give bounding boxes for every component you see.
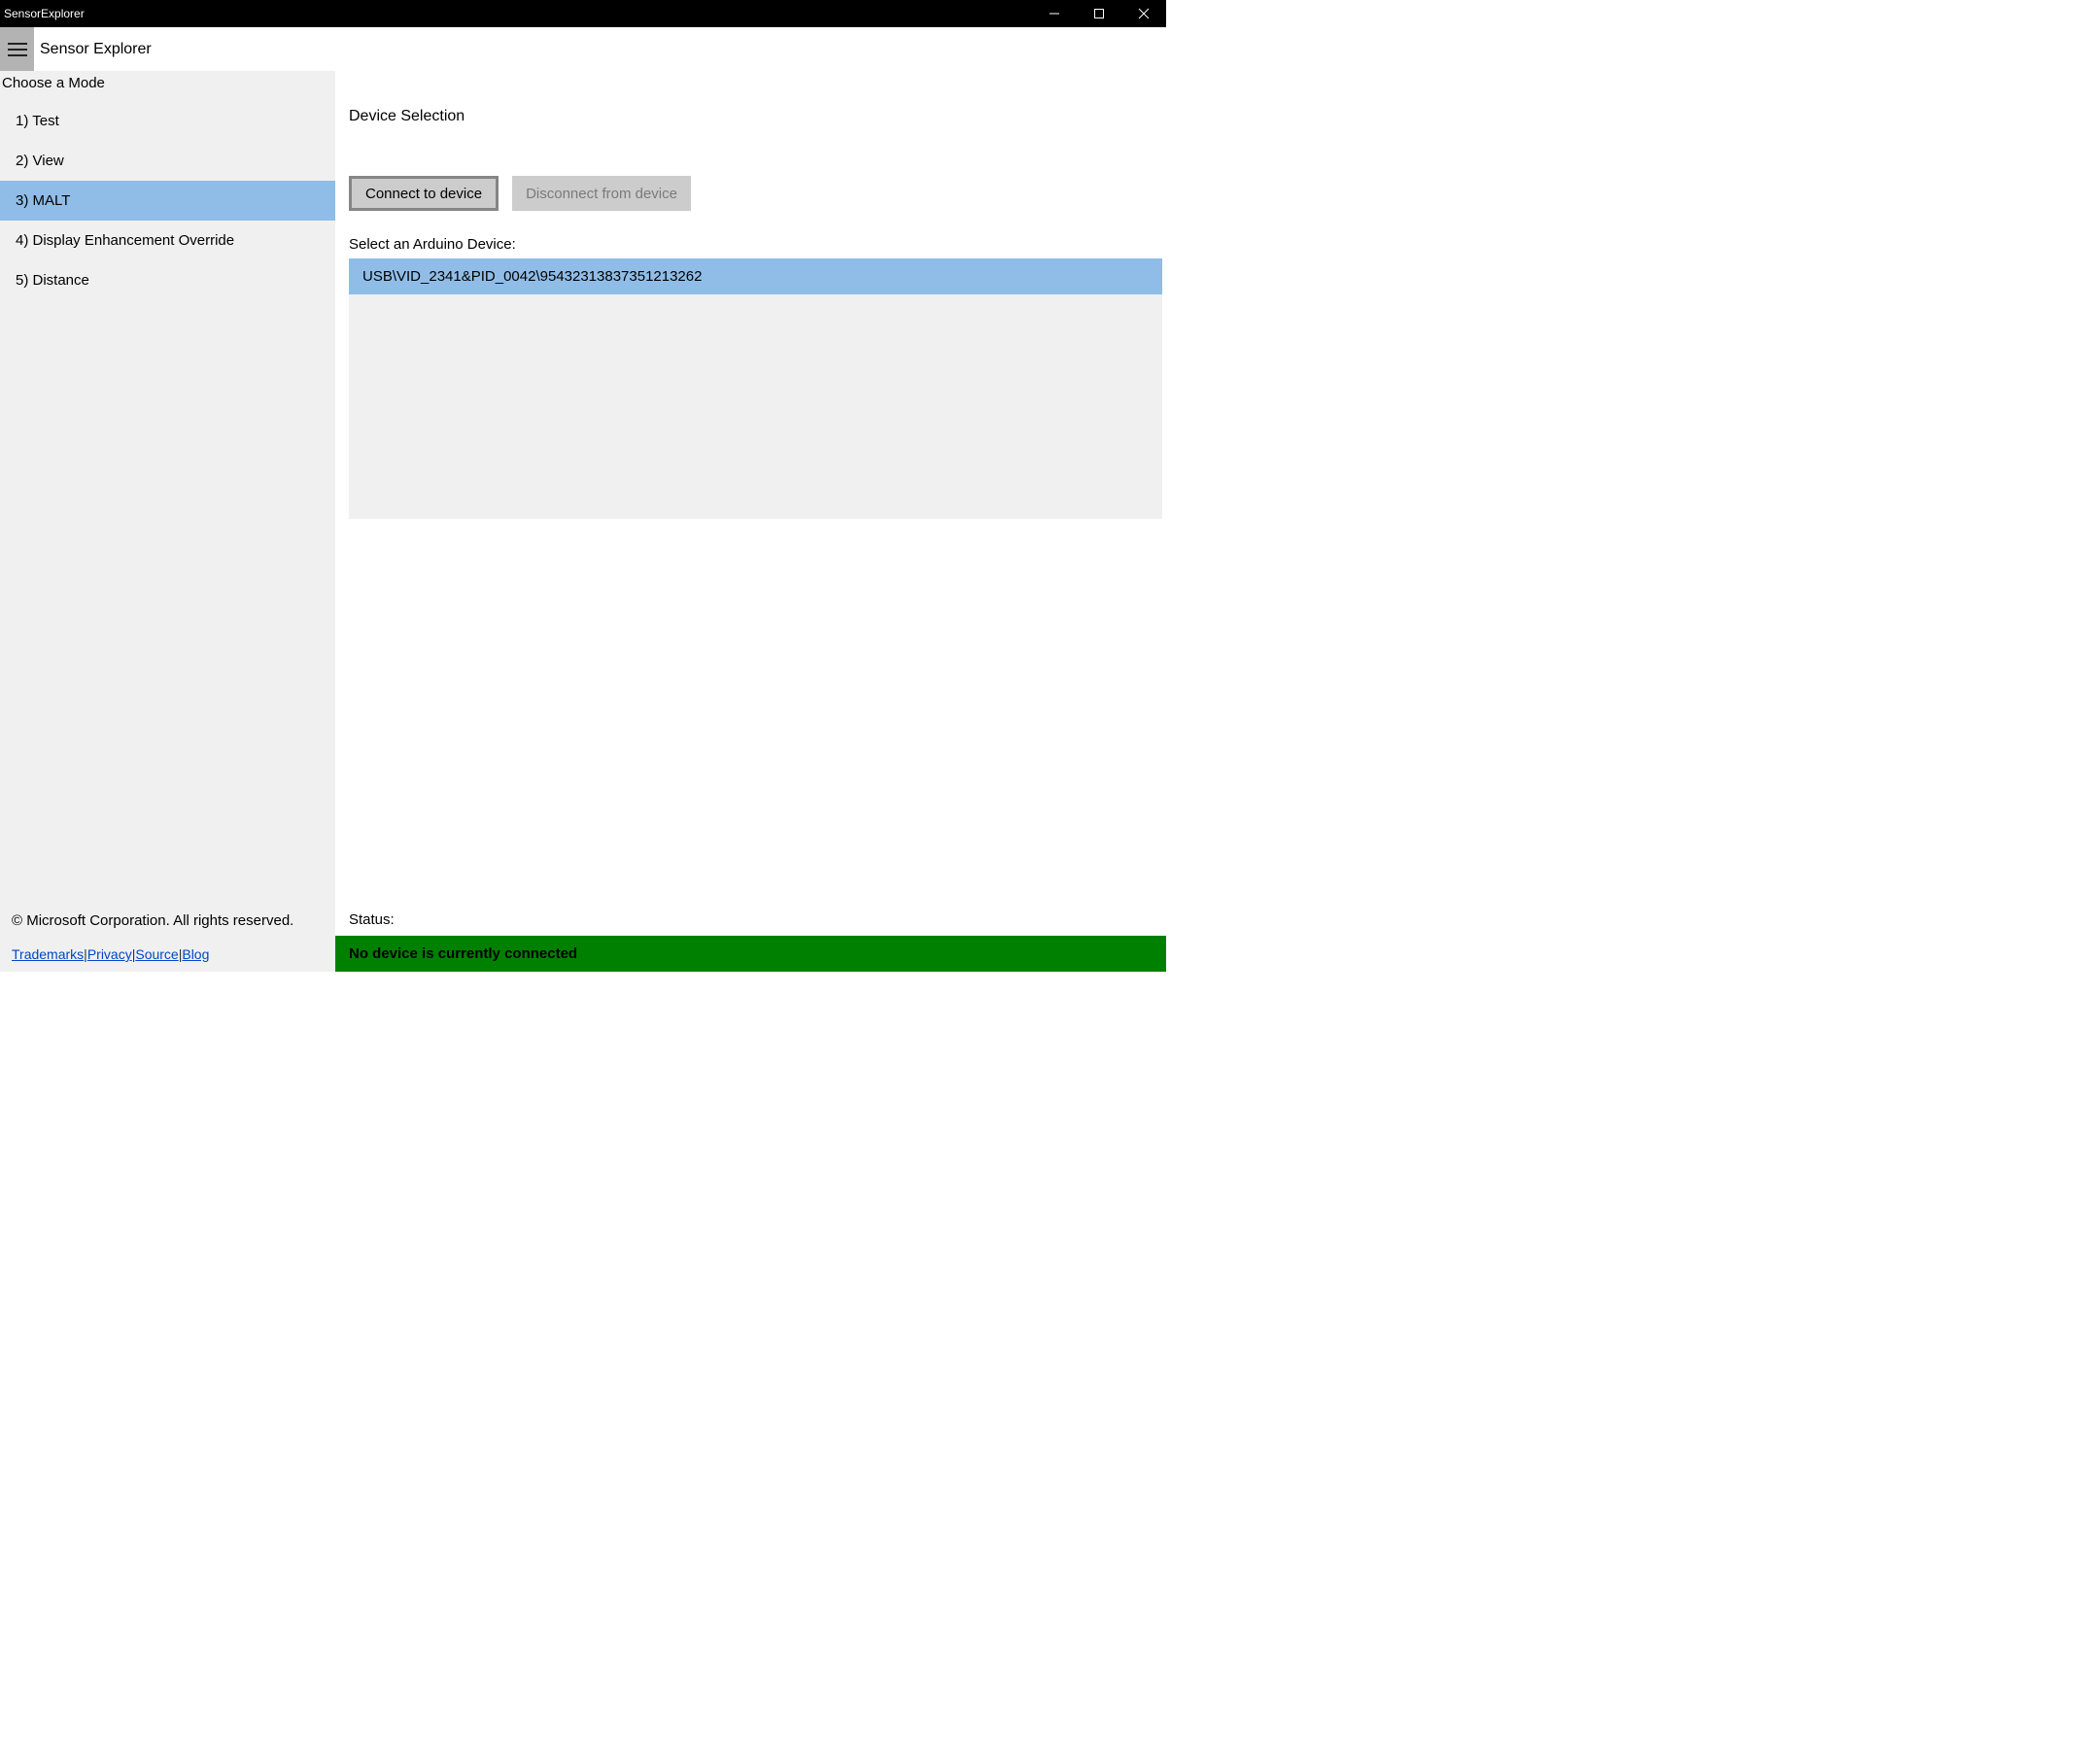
link-trademarks[interactable]: Trademarks xyxy=(12,946,84,962)
sidebar: Choose a Mode 1) Test 2) View 3) MALT 4)… xyxy=(0,71,335,972)
content: Device Selection Connect to device Disco… xyxy=(335,71,1166,972)
sidebar-item-test[interactable]: 1) Test xyxy=(0,101,335,141)
minimize-button[interactable] xyxy=(1032,0,1077,27)
hamburger-icon xyxy=(8,42,27,57)
minimize-icon xyxy=(1049,8,1060,19)
close-icon xyxy=(1138,8,1150,19)
sidebar-item-label: 4) Display Enhancement Override xyxy=(16,232,234,249)
window-title: SensorExplorer xyxy=(4,7,85,20)
app-title: Sensor Explorer xyxy=(40,41,152,58)
disconnect-button: Disconnect from device xyxy=(512,176,691,211)
device-list[interactable]: USB\VID_2341&PID_0042\954323138373512132… xyxy=(349,258,1162,519)
sidebar-item-distance[interactable]: 5) Distance xyxy=(0,260,335,300)
sidebar-item-label: 5) Distance xyxy=(16,272,89,289)
sidebar-item-view[interactable]: 2) View xyxy=(0,141,335,181)
link-privacy[interactable]: Privacy xyxy=(87,946,132,962)
sidebar-item-display-enhancement-override[interactable]: 4) Display Enhancement Override xyxy=(0,221,335,260)
sidebar-footer: © Microsoft Corporation. All rights rese… xyxy=(0,912,335,972)
sidebar-heading: Choose a Mode xyxy=(0,71,335,101)
hamburger-button[interactable] xyxy=(0,27,34,71)
maximize-button[interactable] xyxy=(1077,0,1121,27)
copyright: © Microsoft Corporation. All rights rese… xyxy=(12,912,335,929)
sidebar-item-label: 3) MALT xyxy=(16,192,70,209)
window-controls xyxy=(1032,0,1166,27)
status-bar: No device is currently connected xyxy=(335,936,1166,972)
sidebar-item-label: 2) View xyxy=(16,153,64,169)
maximize-icon xyxy=(1093,8,1105,19)
close-button[interactable] xyxy=(1121,0,1166,27)
link-blog[interactable]: Blog xyxy=(182,946,209,962)
link-source[interactable]: Source xyxy=(135,946,178,962)
footer-links: Trademarks|Privacy|Source|Blog xyxy=(12,946,335,962)
select-device-label: Select an Arduino Device: xyxy=(349,236,1162,253)
spacer xyxy=(349,519,1162,911)
button-row: Connect to device Disconnect from device xyxy=(349,176,1162,211)
sidebar-item-label: 1) Test xyxy=(16,113,59,129)
status-label: Status: xyxy=(349,911,1162,928)
sidebar-item-malt[interactable]: 3) MALT xyxy=(0,181,335,221)
titlebar: SensorExplorer xyxy=(0,0,1166,27)
device-id: USB\VID_2341&PID_0042\954323138373512132… xyxy=(362,268,702,285)
main: Choose a Mode 1) Test 2) View 3) MALT 4)… xyxy=(0,71,1166,972)
content-heading: Device Selection xyxy=(349,108,1162,125)
app-header: Sensor Explorer xyxy=(0,27,1166,71)
sidebar-items: 1) Test 2) View 3) MALT 4) Display Enhan… xyxy=(0,101,335,912)
connect-button[interactable]: Connect to device xyxy=(349,176,499,211)
device-list-item[interactable]: USB\VID_2341&PID_0042\954323138373512132… xyxy=(349,258,1162,294)
